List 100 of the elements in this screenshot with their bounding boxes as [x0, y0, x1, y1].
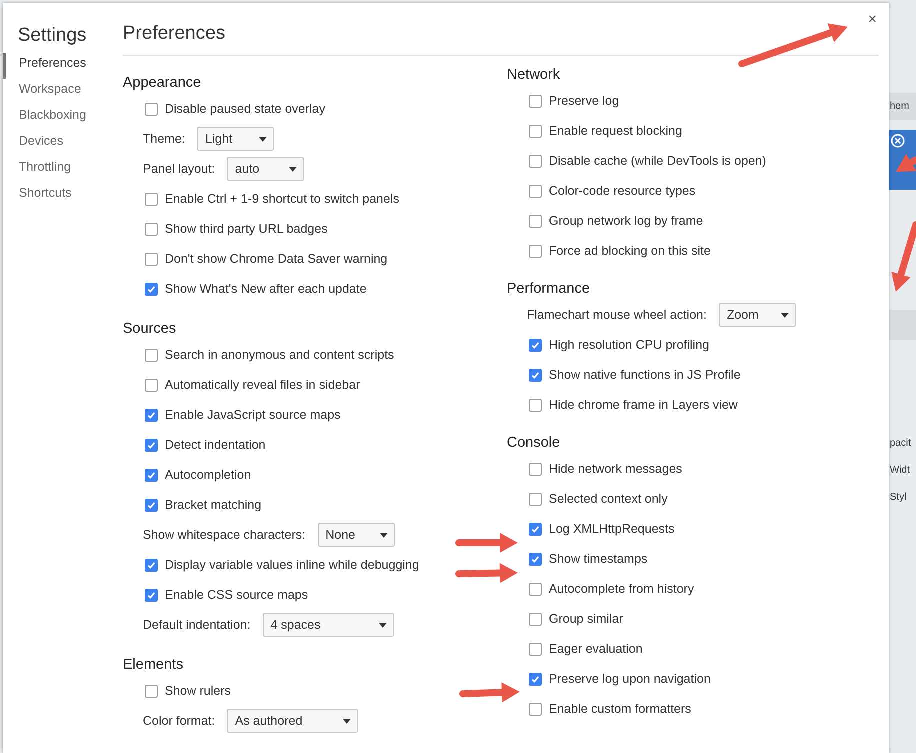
checkbox[interactable] — [529, 672, 542, 686]
checkbox[interactable] — [145, 222, 158, 236]
checkbox-label: Disable paused state overlay — [165, 102, 326, 116]
caret-icon — [780, 312, 789, 318]
checkbox[interactable] — [145, 558, 158, 572]
checkbox[interactable] — [529, 244, 542, 258]
checkbox[interactable] — [529, 642, 542, 656]
checkbox[interactable] — [529, 184, 542, 198]
panel-background — [889, 310, 916, 340]
checkbox-label: Enable CSS source maps — [165, 588, 308, 602]
caret-icon — [289, 166, 298, 172]
checkbox[interactable] — [529, 154, 542, 168]
checkbox[interactable] — [145, 282, 158, 296]
arrow — [460, 682, 520, 703]
checkbox-label: Bracket matching — [165, 498, 262, 512]
dropdown[interactable]: Light — [197, 127, 274, 151]
dropdown[interactable]: As authored — [227, 709, 358, 733]
caret-icon — [380, 532, 388, 538]
sidebar-item[interactable]: Workspace — [3, 79, 107, 105]
caret-icon — [343, 718, 352, 724]
check-icon — [531, 674, 540, 684]
checkbox[interactable] — [145, 102, 158, 116]
checkbox-label: Selected context only — [549, 492, 668, 506]
section-title: Sources — [123, 320, 178, 339]
checkbox-label: Show rulers — [165, 684, 231, 698]
field-label: Show whitespace characters: — [143, 528, 306, 542]
sidebar-item[interactable]: Devices — [3, 131, 107, 157]
checkbox[interactable] — [145, 468, 158, 482]
checkbox[interactable] — [529, 368, 542, 382]
background-text: Styl — [890, 492, 908, 505]
field-label: Color format: — [143, 714, 216, 728]
checkbox-label: Disable cache (while DevTools is open) — [549, 154, 766, 168]
checkbox[interactable] — [529, 492, 542, 506]
checkbox-label: Show timestamps — [549, 552, 648, 566]
checkbox[interactable] — [529, 214, 542, 228]
checkbox[interactable] — [145, 684, 158, 698]
background-text: pacit — [890, 438, 912, 451]
checkbox[interactable] — [529, 582, 542, 596]
checkbox[interactable] — [145, 438, 158, 452]
checkbox[interactable] — [529, 338, 542, 352]
checkbox-label: Force ad blocking on this site — [549, 244, 711, 258]
checkbox[interactable] — [145, 252, 158, 266]
checkbox-label: Show native functions in JS Profile — [549, 368, 741, 382]
checkbox[interactable] — [529, 702, 542, 716]
checkbox[interactable] — [145, 348, 158, 362]
check-icon — [147, 590, 156, 600]
checkbox[interactable] — [529, 94, 542, 108]
checkbox-label: Color-code resource types — [549, 184, 696, 198]
dropdown[interactable]: None — [318, 523, 395, 547]
checkbox[interactable] — [145, 192, 158, 206]
checkbox-label: Group similar — [549, 612, 624, 626]
background-text: Widt — [890, 465, 911, 478]
checkbox[interactable] — [529, 398, 542, 412]
arrow — [896, 154, 916, 172]
check-icon — [531, 554, 540, 564]
sidebar-item[interactable]: Preferences — [3, 53, 107, 79]
close-icon — [891, 134, 905, 148]
checkbox[interactable] — [529, 462, 542, 476]
checkbox[interactable] — [145, 408, 158, 422]
checkbox-label: Enable JavaScript source maps — [165, 408, 341, 422]
section-title: Network — [507, 66, 562, 85]
check-icon — [531, 370, 540, 380]
field-label: Panel layout: — [143, 162, 216, 176]
sidebar-item[interactable]: Blackboxing — [3, 105, 107, 131]
arrow — [892, 222, 916, 292]
checkbox-label: Search in anonymous and content scripts — [165, 348, 394, 362]
checkbox-label: Enable Ctrl + 1-9 shortcut to switch panels — [165, 192, 400, 206]
sidebar-item[interactable]: Shortcuts — [3, 183, 107, 209]
check-icon — [147, 284, 156, 294]
background-text: hem — [890, 101, 910, 112]
section-title: Elements — [123, 656, 184, 675]
section-title: Appearance — [123, 74, 202, 93]
check-icon — [531, 524, 540, 534]
dropdown[interactable]: Zoom — [718, 303, 796, 327]
checkbox-label: Eager evaluation — [549, 642, 643, 656]
checkbox-label: High resolution CPU profiling — [549, 338, 710, 352]
check-icon — [147, 470, 156, 480]
checkbox[interactable] — [529, 612, 542, 626]
checkbox-label: Show third party URL badges — [165, 222, 328, 236]
checkbox[interactable] — [529, 522, 542, 536]
sidebar-title: Settings — [18, 25, 88, 47]
checkbox[interactable] — [145, 498, 158, 512]
section-title: Console — [507, 434, 562, 453]
caret-icon — [378, 622, 387, 628]
dropdown[interactable]: 4 spaces — [262, 613, 394, 637]
checkbox-label: Show What's New after each update — [165, 282, 367, 296]
checkbox-label: Preserve log upon navigation — [549, 672, 711, 686]
arrow — [456, 563, 518, 584]
check-icon — [147, 410, 156, 420]
check-icon — [147, 560, 156, 570]
checkbox[interactable] — [145, 378, 158, 392]
checkbox-label: Enable request blocking — [549, 124, 682, 138]
sidebar-item[interactable]: Throttling — [3, 157, 107, 183]
checkbox[interactable] — [529, 552, 542, 566]
checkbox[interactable] — [145, 588, 158, 602]
caret-icon — [259, 136, 268, 142]
dropdown[interactable]: auto — [227, 157, 304, 181]
checkbox[interactable] — [529, 124, 542, 138]
checkbox-label: Group network log by frame — [549, 214, 704, 228]
checkbox-label: Don't show Chrome Data Saver warning — [165, 252, 388, 266]
